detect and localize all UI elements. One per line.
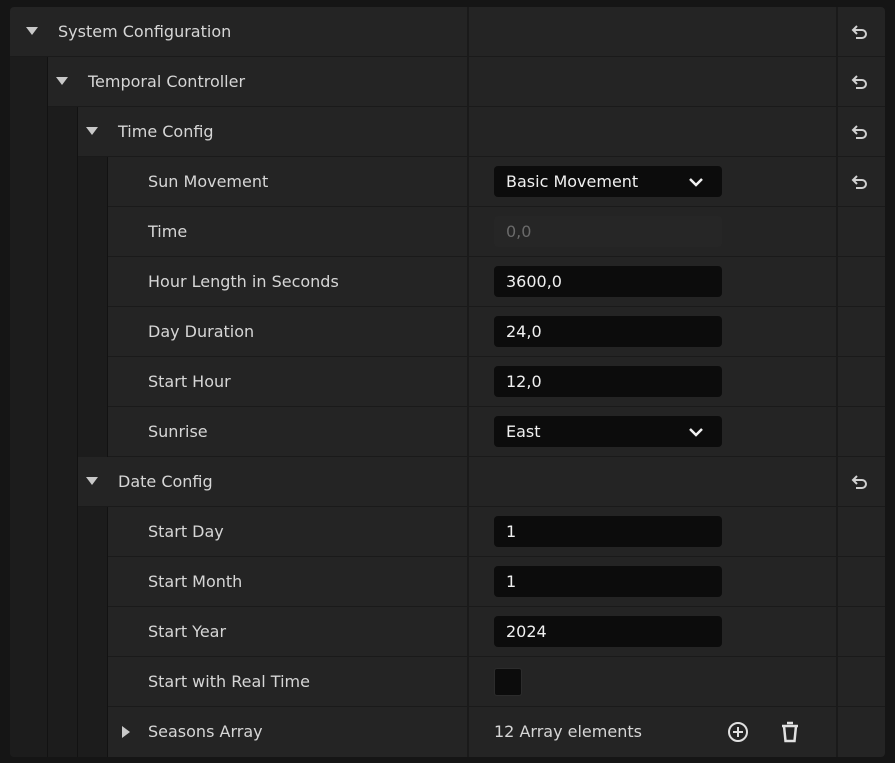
day-duration-field[interactable]: 24,0: [494, 316, 722, 347]
array-count: 12 Array elements: [494, 722, 642, 741]
property-label: Hour Length in Seconds: [148, 272, 339, 291]
property-start-hour: Start Hour 12,0: [10, 357, 885, 407]
collapse-arrow-icon[interactable]: [86, 477, 98, 485]
property-start-year: Start Year 2024: [10, 607, 885, 657]
hour-length-field[interactable]: 3600,0: [494, 266, 722, 297]
category-label: System Configuration: [58, 22, 232, 41]
dropdown-value: Basic Movement: [506, 172, 639, 191]
property-label: Start Day: [148, 522, 224, 541]
property-label: Sun Movement: [148, 172, 269, 191]
collapse-arrow-icon[interactable]: [86, 127, 98, 135]
sunrise-dropdown[interactable]: East: [494, 416, 722, 447]
property-label: Start Year: [148, 622, 227, 641]
add-circle-icon[interactable]: [726, 720, 750, 744]
reset-to-default-icon[interactable]: [850, 172, 870, 192]
collapse-arrow-icon[interactable]: [26, 27, 38, 35]
property-time: Time 0,0: [10, 207, 885, 257]
start-year-field[interactable]: 2024: [494, 616, 722, 647]
property-label: Seasons Array: [148, 722, 263, 741]
reset-to-default-icon[interactable]: [850, 122, 870, 142]
details-panel: System Configuration Temporal Controller…: [10, 7, 885, 757]
category-label: Temporal Controller: [88, 72, 246, 91]
category-time-config[interactable]: Time Config: [10, 107, 885, 157]
property-label: Start Month: [148, 572, 243, 591]
property-label: Start Hour: [148, 372, 231, 391]
property-label: Time: [148, 222, 188, 241]
expand-arrow-icon[interactable]: [122, 726, 130, 738]
chevron-down-icon: [689, 178, 703, 187]
start-real-time-checkbox[interactable]: [494, 668, 522, 696]
property-label: Sunrise: [148, 422, 208, 441]
property-day-duration: Day Duration 24,0: [10, 307, 885, 357]
property-sun-movement: Sun Movement Basic Movement: [10, 157, 885, 207]
collapse-arrow-icon[interactable]: [56, 77, 68, 85]
property-start-day: Start Day 1: [10, 507, 885, 557]
chevron-down-icon: [689, 428, 703, 437]
property-sunrise: Sunrise East: [10, 407, 885, 457]
property-start-month: Start Month 1: [10, 557, 885, 607]
property-seasons-array: Seasons Array 12 Array elements: [10, 707, 885, 757]
category-label: Date Config: [118, 472, 213, 491]
time-field: 0,0: [494, 216, 722, 247]
property-start-with-real-time: Start with Real Time: [10, 657, 885, 707]
trash-icon[interactable]: [778, 720, 802, 744]
start-day-field[interactable]: 1: [494, 516, 722, 547]
category-date-config[interactable]: Date Config: [10, 457, 885, 507]
category-system-configuration[interactable]: System Configuration: [10, 7, 885, 57]
property-label: Start with Real Time: [148, 672, 310, 691]
category-temporal-controller[interactable]: Temporal Controller: [10, 57, 885, 107]
reset-to-default-icon[interactable]: [850, 472, 870, 492]
reset-to-default-icon[interactable]: [850, 72, 870, 92]
start-month-field[interactable]: 1: [494, 566, 722, 597]
category-label: Time Config: [118, 122, 214, 141]
dropdown-value: East: [506, 422, 541, 441]
sun-movement-dropdown[interactable]: Basic Movement: [494, 166, 722, 197]
start-hour-field[interactable]: 12,0: [494, 366, 722, 397]
property-hour-length: Hour Length in Seconds 3600,0: [10, 257, 885, 307]
reset-to-default-icon[interactable]: [850, 22, 870, 42]
property-label: Day Duration: [148, 322, 255, 341]
